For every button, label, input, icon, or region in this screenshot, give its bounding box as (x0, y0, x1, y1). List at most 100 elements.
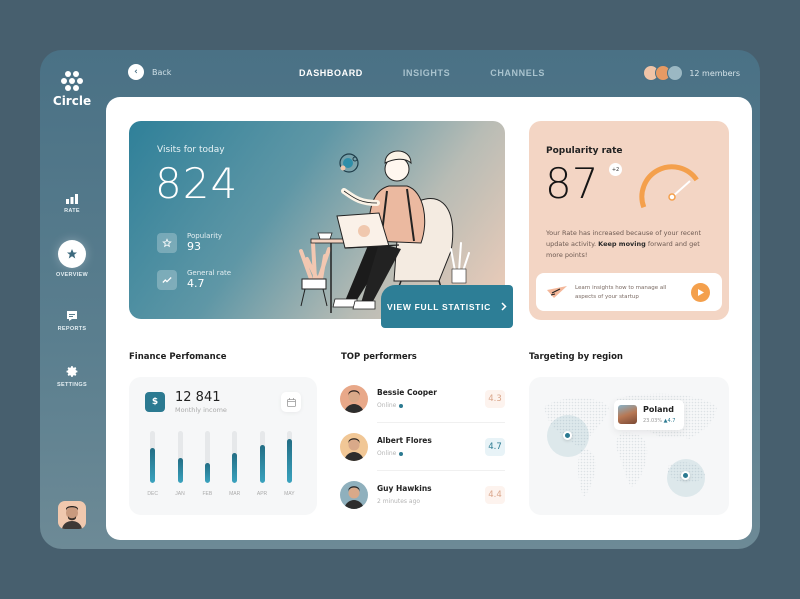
stat-label: General rate (187, 269, 232, 277)
bar-track (286, 431, 292, 483)
stat-value: 93 (187, 240, 201, 253)
finance-bar-apr: APR (252, 431, 272, 497)
country-stats: 23.03% ▲4.7 (643, 418, 675, 424)
gauge-arc (639, 164, 699, 209)
performer-avatar (340, 385, 368, 413)
member-avatars (643, 65, 684, 81)
circle-logo-icon (61, 71, 83, 91)
status-text: Online (377, 402, 397, 409)
view-full-statistic-label: VIEW FULL STATISTIC (387, 301, 491, 312)
tab-insights[interactable]: INSIGHTS (403, 68, 450, 78)
popularity-gauge (639, 164, 699, 209)
bar-track (177, 431, 183, 483)
bar-fill (177, 458, 183, 483)
members-group[interactable]: 12 members (643, 65, 740, 81)
performer-row[interactable]: Guy Hawkins 2 minutes ago 4.4 (340, 474, 505, 514)
message-icon (40, 310, 104, 322)
performer-row[interactable]: Bessie Cooper Online 4.3 (340, 378, 505, 418)
visits-value: 824 (155, 159, 239, 208)
country-name: Poland (643, 405, 674, 414)
bar-fill (259, 444, 265, 483)
visits-title: Visits for today (157, 145, 225, 155)
calendar-button[interactable] (281, 392, 301, 412)
finance-bar-dec: DEC (143, 431, 163, 497)
performer-row[interactable]: Albert Flores Online 4.7 (340, 426, 505, 466)
performer-name[interactable]: Bessie Cooper (377, 388, 437, 397)
stat-label: Popularity (187, 232, 223, 240)
performer-status: Online (377, 450, 404, 457)
performer-score: 4.7 (485, 438, 505, 456)
performer-score: 4.4 (485, 486, 505, 504)
performer-avatar (340, 433, 368, 461)
finance-bar-jan: JAN (170, 431, 190, 497)
members-count: 12 members (689, 68, 740, 78)
learn-insights-card[interactable]: Learn insights how to manage all aspects… (536, 273, 722, 311)
sidebar-label: REPORTS (57, 326, 87, 332)
back-label: Back (152, 67, 172, 77)
region-map: Poland 23.03% ▲4.7 (529, 377, 729, 515)
sidebar-item-reports[interactable]: REPORTS (40, 310, 104, 332)
star-outline-icon (157, 232, 177, 253)
divider (377, 470, 505, 471)
bar-label: DEC (147, 491, 158, 497)
app-logo[interactable]: Circle (52, 70, 92, 108)
sidebar-item-settings[interactable]: SETTINGS (40, 365, 104, 388)
member-avatar (667, 65, 684, 81)
popularity-title: Popularity rate (546, 146, 623, 156)
bar-label: APR (256, 491, 268, 497)
performers-title: TOP performers (341, 352, 417, 362)
tab-dashboard[interactable]: DASHBOARD (299, 68, 363, 78)
performer-score: 4.3 (485, 390, 505, 408)
finance-bar-feb: FEB (197, 431, 217, 497)
learn-insights-text: Learn insights how to manage all aspects… (575, 285, 667, 300)
performer-avatar (340, 481, 368, 509)
finance-bar-may: MAY (279, 431, 299, 497)
bar-fill (232, 452, 238, 483)
bar-track (204, 431, 210, 483)
chevron-right-icon (501, 302, 507, 311)
pin-dot (681, 471, 690, 480)
bar-label: MAR (229, 491, 241, 497)
monthly-income-label: Monthly income (175, 406, 227, 414)
calendar-icon (286, 397, 296, 407)
sidebar-item-rate[interactable]: RATE (40, 194, 104, 214)
tab-channels[interactable]: CHANNELS (490, 68, 545, 78)
sidebar-item-overview[interactable]: OVERVIEW (40, 240, 104, 278)
performer-name[interactable]: Guy Hawkins (377, 484, 432, 493)
sidebar-label: RATE (64, 208, 80, 214)
finance-title: Finance Perfomance (129, 352, 227, 362)
top-bar: ‹ Back DASHBOARD INSIGHTS CHANNELS 12 me… (128, 64, 740, 84)
bar-label: MAY (284, 491, 295, 497)
performer-status: Online (377, 402, 404, 409)
pin-dot (563, 431, 572, 440)
play-button[interactable] (691, 283, 710, 302)
bar-label: JAN (175, 491, 185, 497)
sidebar-label: OVERVIEW (56, 272, 88, 278)
bar-fill (286, 438, 292, 483)
online-dot-icon (399, 451, 404, 456)
country-thumbnail (618, 405, 637, 424)
bar-fill (204, 463, 210, 483)
bar-label: FEB (202, 491, 213, 497)
user-avatar[interactable] (58, 501, 86, 529)
gauge-pivot (668, 193, 676, 201)
chevron-left-icon: ‹ (128, 64, 144, 80)
description-bold: Keep moving (598, 240, 646, 248)
trend-icon (157, 269, 177, 290)
sidebar-label: SETTINGS (57, 382, 87, 388)
bar-track (150, 431, 156, 483)
star-icon (58, 240, 86, 268)
performer-status: 2 minutes ago (377, 498, 420, 505)
bar-track (259, 431, 265, 483)
bar-track (232, 431, 238, 483)
status-text: Online (377, 450, 397, 457)
bar-chart-icon (40, 194, 104, 204)
country-share: 23.03% (643, 418, 663, 424)
view-full-statistic-button[interactable]: VIEW FULL STATISTIC (381, 285, 513, 328)
user-portrait-icon (62, 506, 82, 529)
popularity-value: 87 (545, 159, 599, 208)
back-button[interactable]: ‹ Back (128, 64, 171, 80)
stat-general-rate: General rate 4.7 (157, 269, 231, 290)
performer-name[interactable]: Albert Flores (377, 436, 432, 445)
play-icon (697, 289, 704, 296)
